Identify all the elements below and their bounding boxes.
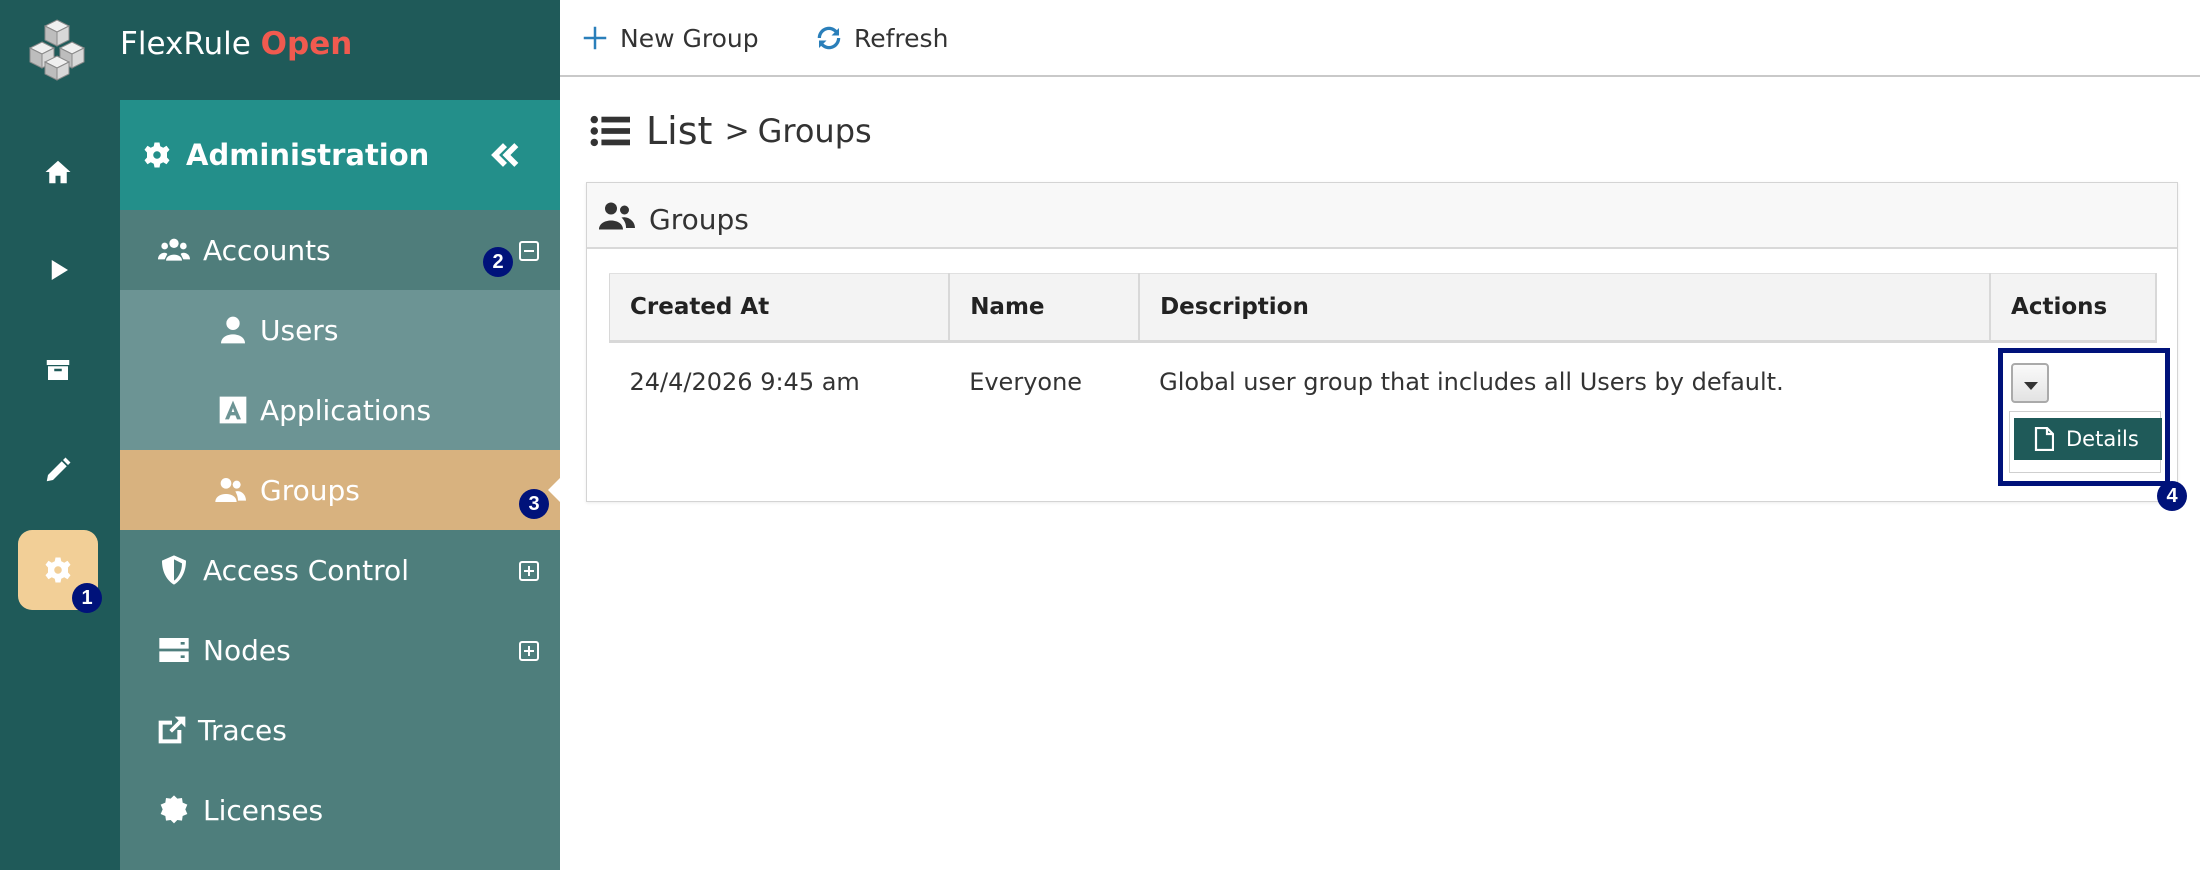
sidebar-title: Administration xyxy=(186,138,430,172)
refresh-label: Refresh xyxy=(854,23,949,53)
table-row[interactable]: 24/4/2026 9:45 am Everyone Global user g… xyxy=(610,342,2157,422)
breadcrumb-current: Groups xyxy=(757,112,872,150)
column-header-actions: Actions xyxy=(1990,273,2157,343)
row-actions-dropdown: Details xyxy=(1998,348,2170,486)
sidebar-item-users[interactable]: Users xyxy=(120,290,560,370)
sidebar-item-groups[interactable]: Groups xyxy=(120,450,560,530)
column-header-description[interactable]: Description xyxy=(1139,273,1992,343)
list-icon xyxy=(590,115,630,147)
details-label: Details xyxy=(2066,427,2139,451)
sidebar-item-applications[interactable]: Applications xyxy=(120,370,560,450)
certificate-icon xyxy=(160,795,188,824)
admin-sidebar: Administration Accounts Users Applicatio… xyxy=(120,100,560,870)
step-badge-3: 3 xyxy=(519,489,549,519)
selection-indicator xyxy=(548,478,560,502)
sidebar-item-label: Users xyxy=(260,314,339,347)
user-icon xyxy=(221,316,245,344)
cell-name: Everyone xyxy=(969,368,1083,397)
sidebar-item-nodes[interactable]: Nodes xyxy=(120,610,560,690)
collapse-toggle-icon[interactable] xyxy=(519,241,539,261)
sidebar-item-licenses[interactable]: Licenses xyxy=(120,770,560,850)
group-icon xyxy=(215,478,246,502)
breadcrumb-separator: > xyxy=(724,113,750,149)
sidebar-item-label: Accounts xyxy=(203,234,331,267)
sidebar-item-label: Groups xyxy=(260,474,360,507)
breadcrumb-root[interactable]: List xyxy=(646,109,712,153)
actions-dropdown-toggle[interactable] xyxy=(2011,363,2049,403)
step-badge-1: 1 xyxy=(72,583,102,613)
pencil-icon xyxy=(46,457,71,482)
panel-header: Groups xyxy=(587,183,2177,249)
refresh-icon xyxy=(817,26,841,50)
chevrons-left-icon[interactable] xyxy=(488,138,522,172)
flexrule-logo-icon xyxy=(28,19,86,81)
brand-name: FlexRule Open xyxy=(120,26,353,62)
gear-icon xyxy=(144,142,170,168)
archive-icon xyxy=(46,360,70,380)
brand-header: FlexRule Open xyxy=(0,0,560,100)
home-icon xyxy=(45,160,71,184)
cell-description: Global user group that includes all User… xyxy=(1159,368,1784,397)
rail-archive-button[interactable] xyxy=(18,330,98,410)
external-link-icon xyxy=(158,716,186,744)
server-icon xyxy=(159,638,189,662)
table-header-row: Created At Name Description Actions xyxy=(609,273,2157,343)
column-header-name[interactable]: Name xyxy=(949,273,1141,343)
brand-highlight: Open xyxy=(260,26,353,62)
expand-toggle-icon[interactable] xyxy=(519,561,539,581)
actions-menu: Details xyxy=(2009,411,2162,473)
step-badge-2: 2 xyxy=(483,247,513,277)
shield-icon xyxy=(162,555,186,585)
users-icon xyxy=(158,238,190,261)
panel-title: Groups xyxy=(649,203,749,236)
expand-toggle-icon[interactable] xyxy=(519,641,539,661)
document-icon xyxy=(2034,427,2054,451)
column-header-created-at[interactable]: Created At xyxy=(609,273,951,343)
breadcrumb: List > Groups xyxy=(590,106,872,156)
details-button[interactable]: Details xyxy=(2014,418,2162,460)
gear-icon xyxy=(45,557,71,583)
icon-rail xyxy=(0,0,120,870)
groups-panel: Groups Created At Name Description Actio… xyxy=(586,182,2178,502)
sidebar-item-label: Licenses xyxy=(203,794,324,827)
sidebar-item-label: Applications xyxy=(260,394,432,427)
rail-home-button[interactable] xyxy=(18,132,98,212)
rail-run-button[interactable] xyxy=(18,230,98,310)
play-icon xyxy=(51,260,68,280)
sidebar-item-label: Access Control xyxy=(203,554,409,587)
rail-edit-button[interactable] xyxy=(18,430,98,510)
application-icon xyxy=(219,396,247,424)
new-group-button[interactable]: New Group xyxy=(580,18,759,58)
cell-created-at: 24/4/2026 9:45 am xyxy=(629,368,860,397)
group-icon xyxy=(599,202,635,230)
groups-table: Created At Name Description Actions 24/4… xyxy=(609,273,2157,422)
sidebar-item-traces[interactable]: Traces xyxy=(120,690,560,770)
sidebar-item-label: Nodes xyxy=(203,634,291,667)
refresh-button[interactable]: Refresh xyxy=(814,18,948,58)
plus-icon xyxy=(583,26,607,50)
step-badge-4: 4 xyxy=(2157,481,2187,511)
toolbar: New Group Refresh xyxy=(560,0,2200,77)
new-group-label: New Group xyxy=(620,23,759,53)
sidebar-item-access-control[interactable]: Access Control xyxy=(120,530,560,610)
sidebar-header: Administration xyxy=(120,100,560,210)
sidebar-item-label: Traces xyxy=(198,714,287,747)
